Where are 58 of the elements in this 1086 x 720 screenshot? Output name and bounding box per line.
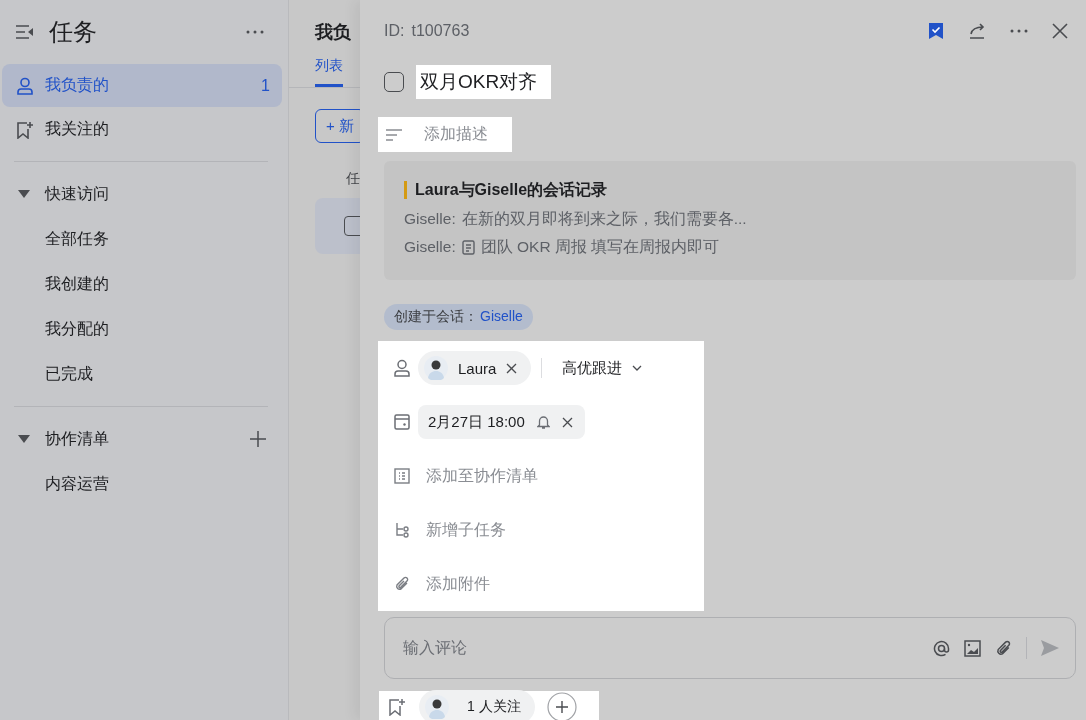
section-title[interactable]: 快速访问 bbox=[45, 183, 282, 205]
id-label: ID: bbox=[384, 22, 405, 40]
add-icon[interactable] bbox=[250, 431, 266, 447]
caret-icon[interactable] bbox=[18, 435, 30, 443]
bookmark-icon bbox=[387, 698, 407, 716]
avatar bbox=[424, 356, 448, 380]
message-text: 团队 OKR 周报 填写在周报内即可 bbox=[480, 237, 720, 257]
source-label: 创建于会话： bbox=[394, 308, 478, 326]
assignee-chip[interactable]: Laura bbox=[418, 351, 532, 385]
complete-checkbox[interactable] bbox=[384, 72, 404, 92]
column-header: 任 bbox=[346, 170, 360, 188]
sender: Giselle: bbox=[404, 237, 456, 257]
task-title[interactable]: 双月OKR对齐 bbox=[416, 65, 552, 99]
share-icon[interactable] bbox=[968, 22, 986, 40]
priority-dropdown[interactable]: 高优跟进 bbox=[562, 358, 643, 378]
sender: Giselle: bbox=[404, 209, 456, 229]
app-title: 任务 bbox=[49, 17, 98, 47]
close-icon[interactable] bbox=[1052, 23, 1068, 39]
more-icon[interactable] bbox=[1010, 29, 1028, 33]
action-item[interactable]: 添加附件 bbox=[386, 557, 696, 611]
chat-record-card[interactable]: Laura与Giselle的会话记录 Giselle: 在新的双月即将到来之际，我们需要各... Giselle: 团队 OKR 周报 填写在周报内即可 bbox=[384, 161, 1076, 280]
chevron-down-icon bbox=[632, 365, 643, 371]
nav-item[interactable]: 我创建的 bbox=[2, 261, 282, 306]
nav-item[interactable]: 内容运营 bbox=[2, 461, 282, 506]
remove-icon[interactable] bbox=[561, 416, 573, 428]
followers-chip[interactable]: 1 人关注 bbox=[419, 690, 535, 720]
bookmark-icon bbox=[16, 120, 34, 139]
action-item[interactable]: 新增子任务 bbox=[386, 503, 696, 557]
action-item[interactable]: 添加至协作清单 bbox=[386, 449, 696, 503]
image-icon[interactable] bbox=[964, 639, 981, 657]
remove-icon[interactable] bbox=[506, 362, 518, 374]
task-id: t100763 bbox=[411, 22, 470, 40]
tab[interactable]: 列表 bbox=[315, 57, 343, 87]
bookmark-icon[interactable] bbox=[928, 22, 944, 40]
collapse-icon[interactable] bbox=[15, 24, 35, 40]
nav-item[interactable]: 我关注的 bbox=[2, 108, 282, 151]
bell-icon[interactable] bbox=[536, 415, 550, 429]
card-title: Laura与Giselle的会话记录 bbox=[404, 181, 1056, 199]
due-date-chip[interactable]: 2月27日 18:00 bbox=[418, 405, 585, 439]
page-title: 我负 bbox=[315, 21, 352, 44]
mention-icon[interactable] bbox=[933, 639, 950, 657]
section-title[interactable]: 协作清单 bbox=[45, 428, 250, 450]
nav-item[interactable]: 已完成 bbox=[2, 351, 282, 396]
message-text: 在新的双月即将到来之际，我们需要各... bbox=[461, 209, 747, 229]
nav-item[interactable]: 我负责的 1 bbox=[2, 64, 282, 107]
caret-icon[interactable] bbox=[18, 190, 30, 198]
more-icon[interactable] bbox=[246, 30, 264, 34]
description-field[interactable]: 添加描述 bbox=[378, 117, 512, 152]
avatar bbox=[425, 695, 449, 719]
chat-link[interactable]: Giselle bbox=[480, 308, 523, 326]
person-icon bbox=[16, 76, 34, 95]
nav-item[interactable]: 我分配的 bbox=[2, 306, 282, 351]
nav-item[interactable]: 全部任务 bbox=[2, 216, 282, 261]
paperclip-icon[interactable] bbox=[995, 639, 1012, 657]
count: 1 bbox=[261, 76, 270, 95]
add-follower-icon[interactable] bbox=[546, 692, 577, 720]
document-icon bbox=[461, 239, 475, 255]
text-lines-icon bbox=[386, 128, 402, 141]
